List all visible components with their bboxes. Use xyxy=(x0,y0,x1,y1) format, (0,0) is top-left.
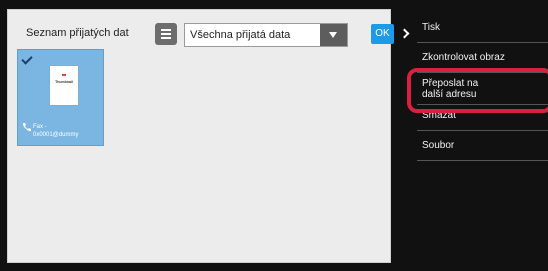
doc-logo-mark xyxy=(62,74,66,76)
menu-item-file[interactable]: Soubor xyxy=(417,140,548,151)
thumbnail-label: Fax - 0x0001@dummy xyxy=(33,123,78,139)
menu-item-check-image[interactable]: Zkontrolovat obraz xyxy=(417,52,548,63)
menu-icon-line xyxy=(161,37,171,39)
ok-button[interactable]: OK xyxy=(371,24,394,44)
chevron-down-icon[interactable] xyxy=(320,24,347,46)
thumbnail-label-line1: Fax - xyxy=(33,124,47,130)
divider xyxy=(417,130,548,131)
received-data-panel: Seznam přijatých dat Všechna přijatá dat… xyxy=(7,9,394,263)
bottom-bar xyxy=(0,263,548,271)
menu-item-print[interactable]: Tisk xyxy=(417,22,548,33)
doc-preview-text: Thumbnail xyxy=(55,80,73,84)
action-panel: Tisk Zkontrolovat obraz Přeposlat na dal… xyxy=(417,0,548,271)
filter-select[interactable]: Všechna přijatá data xyxy=(184,23,348,47)
highlight-callout xyxy=(407,68,548,113)
divider xyxy=(417,42,548,43)
menu-icon-line xyxy=(161,33,171,35)
received-file-thumbnail[interactable]: Thumbnail Fax - 0x0001@dummy xyxy=(17,49,104,146)
document-preview: Thumbnail xyxy=(50,66,78,105)
thumbnail-label-line2: 0x0001@dummy xyxy=(33,132,79,138)
menu-icon-line xyxy=(161,29,171,31)
filter-selected-value: Všechna přijatá data xyxy=(190,29,291,41)
page-title: Seznam přijatých dat xyxy=(26,27,129,39)
divider xyxy=(417,160,548,161)
checkmark-icon xyxy=(21,53,33,65)
list-view-button[interactable] xyxy=(155,23,177,45)
fax-icon xyxy=(22,123,31,132)
